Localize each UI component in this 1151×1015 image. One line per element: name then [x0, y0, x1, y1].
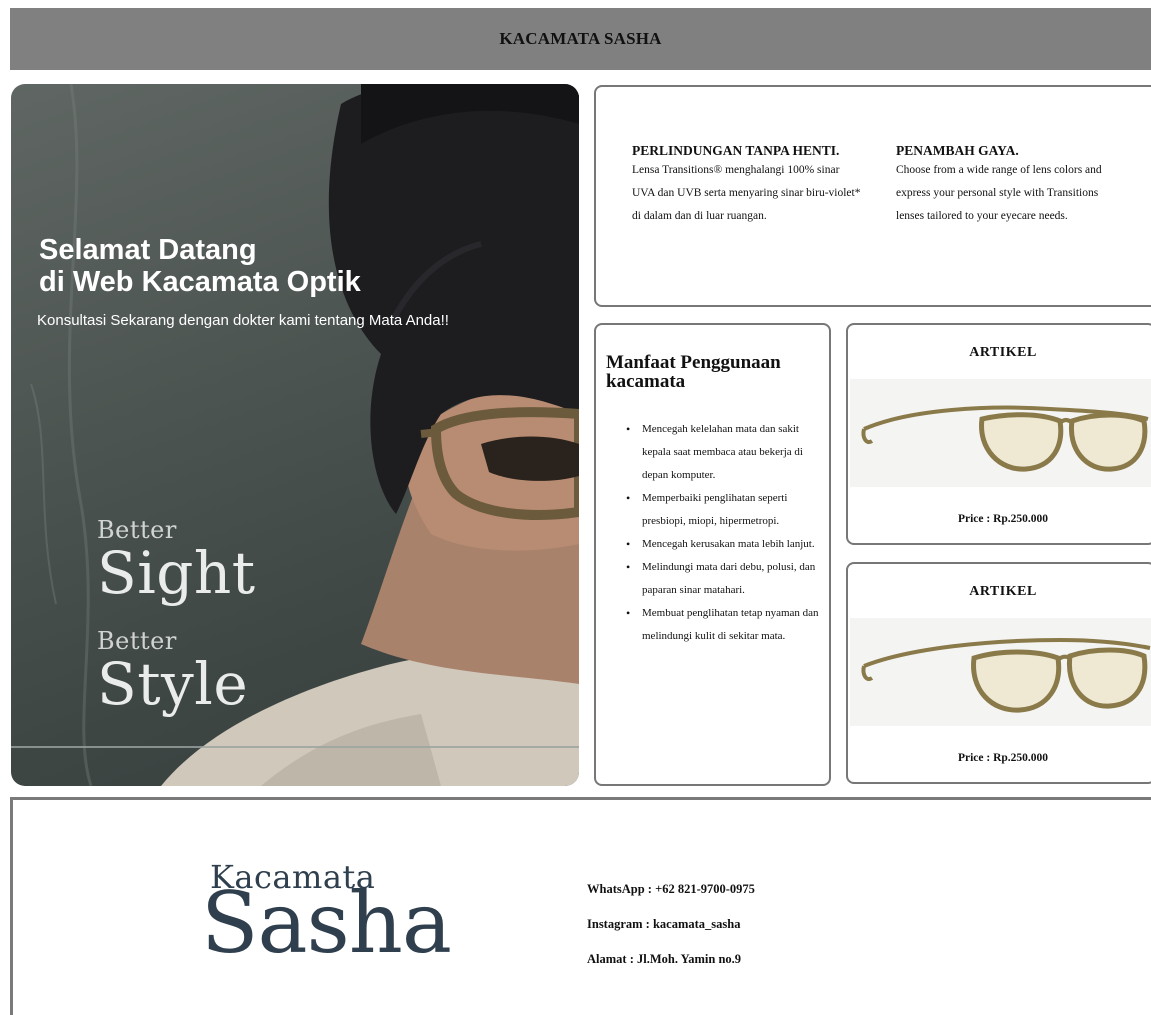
hero-banner: Selamat Datang di Web Kacamata Optik Kon…	[11, 84, 579, 786]
info-card: PERLINDUNGAN TANPA HENTI. Lensa Transiti…	[594, 85, 1151, 307]
hero-title-line1: Selamat Datang	[39, 234, 257, 266]
list-item: Melindungi mata dari debu, polusi, dan p…	[626, 556, 826, 602]
hero-subtitle: Konsultasi Sekarang dengan dokter kami t…	[37, 312, 449, 329]
product-card-1[interactable]: ARTIKEL Price : Rp.250.000	[846, 323, 1151, 545]
footer-logo-big: Sasha	[201, 874, 452, 972]
hero-title-line2: di Web Kacamata Optik	[39, 266, 361, 298]
hero-title: Selamat Datang di Web Kacamata Optik	[39, 234, 539, 298]
contact-address: Alamat : Jl.Moh. Yamin no.9	[587, 952, 742, 966]
info-protection: PERLINDUNGAN TANPA HENTI. Lensa Transiti…	[632, 142, 862, 228]
list-item: Memperbaiki penglihatan seperti presbiop…	[626, 487, 826, 533]
product-card-2[interactable]: ARTIKEL Price : Rp.250.000	[846, 562, 1151, 784]
benefits-card: Manfaat Penggunaan kacamata Mencegah kel…	[594, 323, 831, 786]
info-style: PENAMBAH GAYA. Choose from a wide range …	[896, 142, 1126, 228]
eyeglasses-icon	[861, 405, 1149, 472]
list-item: Mencegah kerusakan mata lebih lanjut.	[626, 533, 826, 556]
contact-whatsapp[interactable]: WhatsApp : +62 821-9700-0975	[587, 872, 755, 907]
benefits-list: Mencegah kelelahan mata dan sakit kepala…	[626, 418, 826, 648]
product-image[interactable]	[850, 379, 1151, 487]
contact-instagram[interactable]: Instagram : kacamata_sasha	[587, 907, 755, 942]
site-footer: Kacamata Sasha WhatsApp : +62 821-9700-0…	[10, 797, 1151, 1015]
product-title: ARTIKEL	[969, 345, 1037, 360]
info-protection-text: Lensa Transitions® menghalangi 100% sina…	[632, 164, 861, 222]
info-style-title: PENAMBAH GAYA.	[896, 143, 1019, 158]
product-price: Price : Rp.250.000	[957, 752, 1049, 764]
tagline-style: Style	[97, 650, 249, 718]
product-title: ARTIKEL	[969, 584, 1037, 599]
benefits-title: Manfaat Penggunaan kacamata	[606, 352, 781, 392]
list-item: Membuat penglihatan tetap nyaman dan mel…	[626, 602, 826, 648]
info-style-text: Choose from a wide range of lens colors …	[896, 164, 1102, 222]
product-price: Price : Rp.250.000	[957, 513, 1049, 525]
site-header: KACAMATA SASHA	[10, 8, 1151, 70]
tagline-sight: Sight	[97, 539, 256, 607]
hero-divider	[11, 746, 579, 748]
footer-contacts: WhatsApp : +62 821-9700-0975 Instagram :…	[587, 872, 755, 977]
list-item: Mencegah kelelahan mata dan sakit kepala…	[626, 418, 826, 487]
site-title: KACAMATA SASHA	[499, 29, 662, 48]
info-protection-title: PERLINDUNGAN TANPA HENTI.	[632, 143, 840, 158]
product-image[interactable]	[850, 618, 1151, 726]
eyeglasses-icon	[861, 637, 1151, 713]
